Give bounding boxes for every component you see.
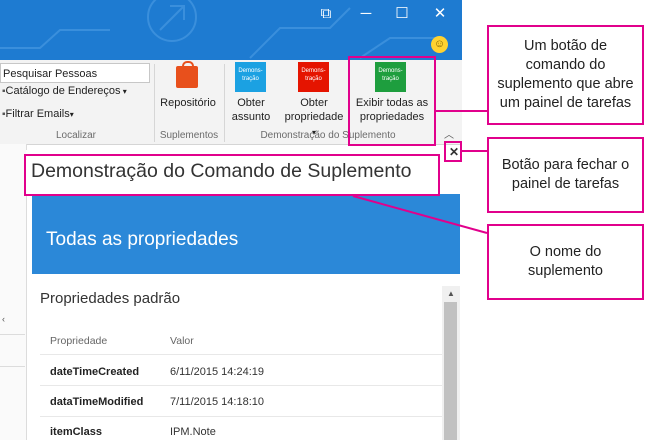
- callout-command-button: Um botão de comando do suplemento que ab…: [487, 25, 644, 125]
- callout-close-button: Botão para fechar o painel de tarefas: [487, 137, 644, 213]
- callout-addin-name: O nome do suplemento: [487, 224, 644, 300]
